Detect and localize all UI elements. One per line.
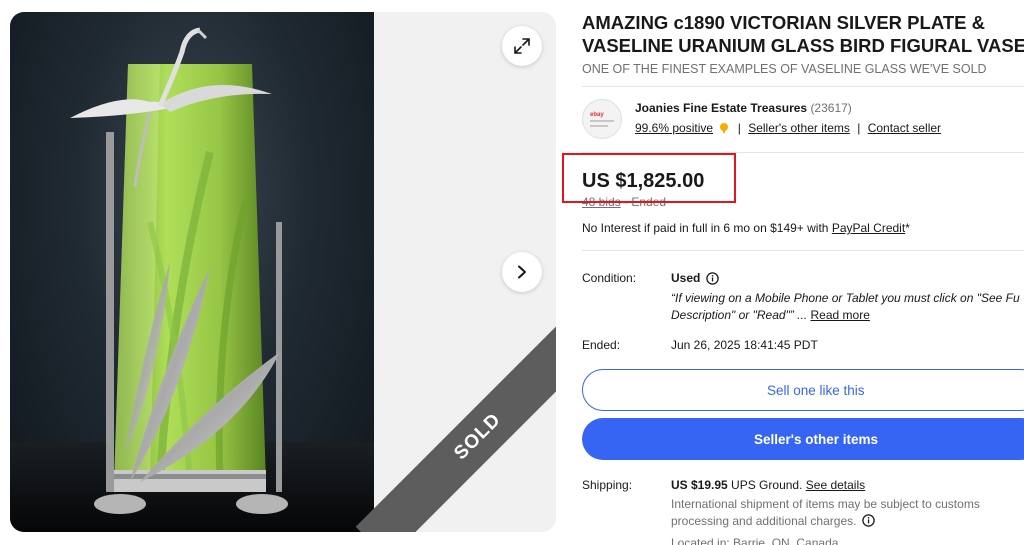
info-icon[interactable] (862, 514, 875, 527)
shipping-method: UPS Ground. (727, 478, 806, 492)
read-more-link[interactable]: Read more (811, 308, 870, 322)
sold-ribbon: SOLD (355, 314, 556, 532)
seller-avatar[interactable]: ebay (582, 99, 622, 139)
expand-image-button[interactable] (502, 26, 542, 66)
listing-subtitle: ONE OF THE FINEST EXAMPLES OF VASELINE G… (582, 62, 987, 76)
sell-one-like-this-button[interactable]: Sell one like this (582, 369, 1024, 411)
ebay-logo-text: ebay (590, 112, 604, 118)
condition-desc-line1: “If viewing on a Mobile Phone or Tablet … (671, 291, 1020, 305)
shipping-label: Shipping: (582, 478, 633, 492)
listing-title: AMAZING c1890 VICTORIAN SILVER PLATE & V… (582, 12, 1024, 56)
condition-label: Condition: (582, 271, 637, 285)
trophy-icon (720, 123, 729, 133)
shipping-cost: US $19.95 (671, 478, 728, 492)
shipping-value: US $19.95 UPS Ground. See details (671, 478, 865, 492)
seller-positive-link[interactable]: 99.6% positive (635, 121, 713, 135)
divider (582, 250, 1024, 251)
product-photo[interactable] (10, 12, 374, 532)
sold-badge-text: SOLD (450, 409, 506, 465)
seller-card: ebay Joanies Fine Estate Treasures (2361… (582, 97, 1024, 145)
expand-icon (514, 38, 530, 54)
seller-links: 99.6% positive | Seller's other items | … (635, 121, 942, 135)
ended-value: Jun 26, 2025 18:41:45 PDT (671, 338, 818, 352)
condition-description: “If viewing on a Mobile Phone or Tablet … (671, 290, 1024, 324)
divider (582, 86, 1024, 87)
image-gallery: SOLD (10, 12, 556, 532)
condition-value: Used (671, 271, 701, 285)
financing-asterisk: * (905, 221, 910, 235)
price-highlight-box (562, 153, 736, 203)
next-image-button[interactable] (502, 252, 542, 292)
listing-details-panel: AMAZING c1890 VICTORIAN SILVER PLATE & V… (582, 0, 1024, 545)
item-location: Located in: Barrie, ON, Canada (671, 536, 839, 545)
sellers-other-items-button[interactable]: Seller's other items (582, 418, 1024, 460)
vase-illustration (10, 27, 374, 532)
seller-feedback-count: (23617) (810, 101, 852, 115)
see-details-link[interactable]: See details (806, 478, 865, 492)
ended-label: Ended: (582, 338, 621, 352)
financing-text: No Interest if paid in full in 6 mo on $… (582, 221, 832, 235)
shipping-note: International shipment of items may be s… (671, 496, 1021, 530)
paypal-credit-link[interactable]: PayPal Credit (832, 221, 905, 235)
seller-name[interactable]: Joanies Fine Estate Treasures (635, 101, 807, 115)
shipping-note-text: International shipment of items may be s… (671, 497, 980, 528)
financing-offer: No Interest if paid in full in 6 mo on $… (582, 221, 910, 235)
info-icon[interactable] (706, 271, 720, 285)
seller-other-items-link[interactable]: Seller's other items (748, 121, 850, 135)
condition-desc-line2: Description" or "Read"” ... (671, 308, 808, 322)
seller-name-line: Joanies Fine Estate Treasures (23617) (635, 101, 852, 115)
condition-value-row: Used (671, 271, 720, 285)
contact-seller-link[interactable]: Contact seller (868, 121, 941, 135)
chevron-right-icon (518, 265, 526, 279)
